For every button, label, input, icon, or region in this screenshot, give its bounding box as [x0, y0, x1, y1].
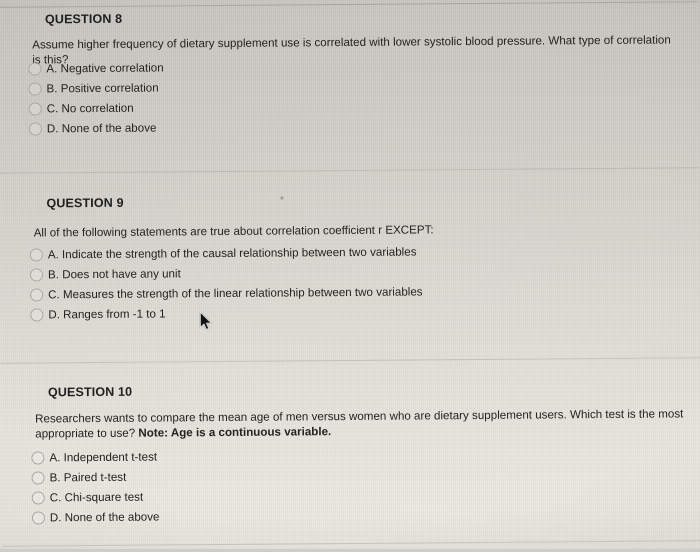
- radio-button-icon[interactable]: [28, 121, 42, 136]
- answer-option-10-c[interactable]: C. Chi-square test: [31, 487, 160, 508]
- answer-option-label: D. None of the above: [46, 121, 157, 135]
- radio-button-icon[interactable]: [31, 510, 45, 525]
- radio-button-icon[interactable]: [28, 101, 42, 116]
- answer-option-9-d[interactable]: D. Ranges from -1 to 1: [30, 301, 423, 324]
- question-prompt-10-text: Researchers wants to compare the mean ag…: [35, 407, 684, 441]
- radio-button-icon[interactable]: [28, 81, 42, 96]
- answer-option-label: C. Chi-square test: [49, 490, 144, 504]
- answer-option-label: A. Independent t-test: [49, 450, 158, 464]
- quiz-content: QUESTION 8 Assume higher frequency of di…: [0, 0, 700, 552]
- radio-button-icon[interactable]: [28, 61, 42, 76]
- screen-dust-speck: [280, 196, 284, 200]
- radio-button-icon[interactable]: [29, 247, 43, 262]
- answer-option-label: C. Measures the strength of the linear r…: [48, 284, 423, 301]
- answer-option-10-b[interactable]: B. Paired t-test: [31, 467, 160, 488]
- radio-button-icon[interactable]: [30, 307, 44, 322]
- answer-option-10-a[interactable]: A. Independent t-test: [31, 447, 159, 468]
- answer-option-8-d[interactable]: D. None of the above: [28, 117, 164, 138]
- radio-button-icon[interactable]: [29, 267, 44, 282]
- answer-option-label: B. Does not have any unit: [47, 266, 181, 281]
- radio-button-icon[interactable]: [30, 287, 44, 302]
- question-title-10: QUESTION 10: [47, 384, 133, 400]
- radio-button-icon[interactable]: [31, 470, 45, 485]
- answer-option-8-b[interactable]: B. Positive correlation: [28, 77, 163, 98]
- answer-option-10-d[interactable]: D. None of the above: [31, 507, 160, 528]
- question-prompt-10: Researchers wants to compare the mean ag…: [35, 406, 685, 441]
- question-title-9: QUESTION 9: [46, 195, 124, 211]
- divider-question-9-10: [0, 357, 700, 364]
- question-prompt-9-text: All of the following statements are true…: [33, 223, 434, 240]
- answer-option-label: C. No correlation: [46, 101, 134, 115]
- divider-top: [0, 1, 698, 8]
- radio-button-icon[interactable]: [31, 490, 45, 505]
- answer-options-8: A. Negative correlation B. Positive corr…: [28, 57, 164, 138]
- question-title-8: QUESTION 8: [44, 11, 123, 27]
- answer-option-label: D. None of the above: [49, 510, 160, 524]
- question-prompt-9: All of the following statements are true…: [34, 220, 684, 240]
- divider-bottom: [2, 540, 700, 547]
- answer-options-10: A. Independent t-test B. Paired t-test C…: [31, 447, 160, 528]
- answer-option-label: D. Ranges from -1 to 1: [48, 306, 166, 321]
- answer-options-9: A. Indicate the strength of the causal r…: [29, 241, 423, 324]
- answer-option-label: A. Negative correlation: [46, 60, 164, 75]
- answer-option-8-c[interactable]: C. No correlation: [28, 97, 164, 118]
- question-prompt-10-note: Note: Age is a continuous variable.: [138, 425, 332, 440]
- divider-question-8-9: [0, 167, 700, 174]
- radio-button-icon[interactable]: [31, 450, 45, 465]
- answer-option-label: B. Paired t-test: [49, 470, 127, 484]
- answer-option-8-a[interactable]: A. Negative correlation: [28, 57, 164, 78]
- answer-option-label: A. Indicate the strength of the causal r…: [47, 244, 417, 261]
- answer-option-label: B. Positive correlation: [46, 80, 159, 95]
